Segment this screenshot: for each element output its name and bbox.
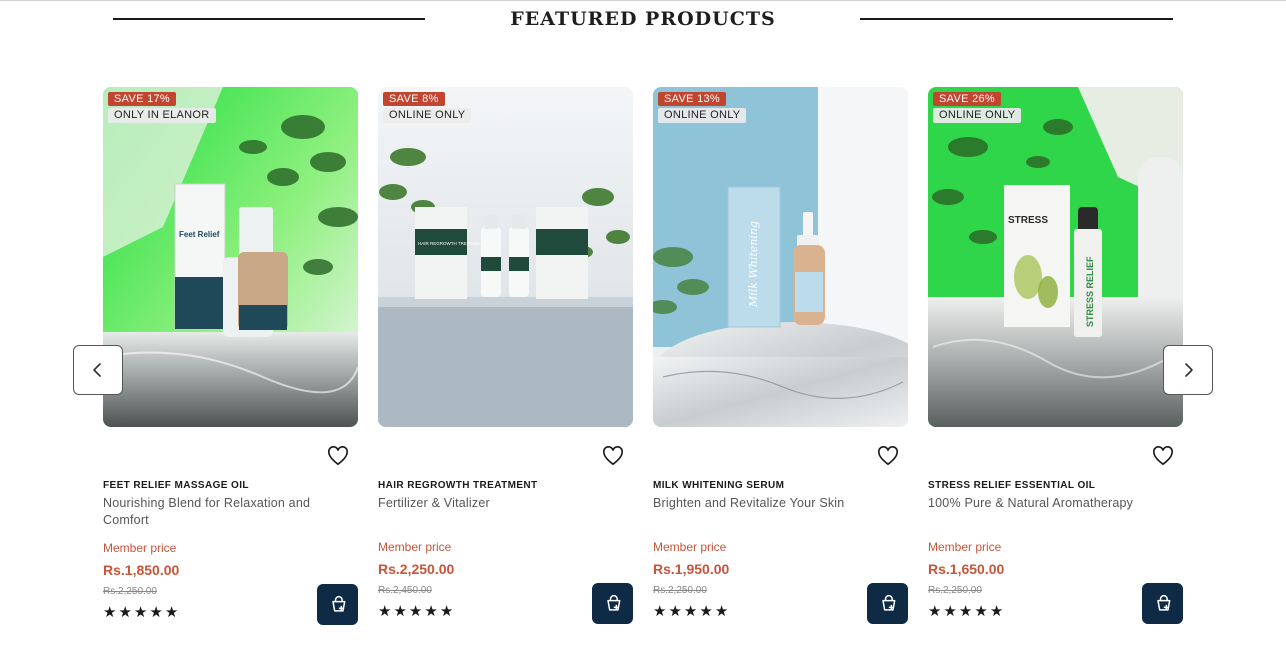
product-photo-feet-relief: Feet Relief — [103, 87, 358, 427]
star-icon: ★ — [943, 603, 957, 620]
availability-badge: ONLINE ONLY — [933, 108, 1022, 123]
cart-plus-icon — [331, 595, 345, 612]
original-price: Rs.2,250.00 — [103, 586, 157, 597]
member-price: Rs.1,850.00 — [103, 562, 180, 578]
chevron-left-icon — [93, 363, 101, 377]
product-subtitle: Brighten and Revitalize Your Skin — [653, 496, 845, 510]
cart-plus-icon — [606, 594, 620, 611]
product-photo-milk-whitening: Milk Whitening — [653, 87, 908, 427]
product-image[interactable]: Milk Whitening SAVE 13% ONLINE ONLY — [653, 87, 908, 427]
original-price: Rs.2,250.00 — [653, 585, 707, 596]
star-icon: ★ — [653, 603, 667, 620]
rating-stars: ★ ★ ★ ★ ★ — [928, 604, 1003, 619]
star-icon: ★ — [118, 604, 132, 621]
star-icon: ★ — [149, 604, 163, 621]
section-header: FEATURED PRODUCTS — [0, 0, 1286, 40]
product-subtitle: 100% Pure & Natural Aromatherapy — [928, 496, 1134, 510]
member-price-label: Member price — [378, 540, 452, 554]
product-name[interactable]: HAIR REGROWTH TREATMENT — [378, 480, 538, 491]
availability-badge: ONLY IN ELANOR — [108, 108, 216, 123]
star-icon: ★ — [974, 603, 988, 620]
star-icon: ★ — [424, 603, 438, 620]
star-icon: ★ — [378, 603, 392, 620]
star-icon: ★ — [958, 603, 973, 620]
save-badge: SAVE 26% — [933, 92, 1002, 106]
add-to-cart-button[interactable] — [867, 583, 908, 624]
star-icon: ★ — [439, 603, 454, 620]
save-badge: SAVE 17% — [108, 92, 177, 106]
add-to-cart-button[interactable] — [592, 583, 633, 624]
svg-text:Milk Whitening: Milk Whitening — [747, 221, 760, 308]
product-image[interactable]: STRESS STRESS RELIEF SAVE 26% ONLINE ONL… — [928, 87, 1183, 427]
heart-icon — [1153, 446, 1173, 466]
product-subtitle: Fertilizer & Vitalizer — [378, 496, 490, 510]
heart-icon — [603, 446, 623, 466]
star-icon: ★ — [668, 603, 682, 620]
product-name[interactable]: FEET RELIEF MASSAGE OIL — [103, 480, 249, 491]
star-icon: ★ — [989, 603, 1004, 620]
star-icon: ★ — [393, 603, 407, 620]
wishlist-button[interactable] — [326, 445, 350, 467]
original-price: Rs.2,450.00 — [378, 585, 432, 596]
rating-stars: ★ ★ ★ ★ ★ — [103, 605, 178, 620]
heart-icon — [878, 446, 898, 466]
star-icon: ★ — [699, 603, 713, 620]
header-line-right — [860, 18, 1173, 20]
chevron-right-icon — [1185, 363, 1193, 377]
add-to-cart-button[interactable] — [1142, 583, 1183, 624]
star-icon: ★ — [133, 604, 148, 621]
product-image[interactable]: HAIR REGROWTH TREATMENT SAVE 8% ONLINE O… — [378, 87, 633, 427]
wishlist-button[interactable] — [1151, 445, 1175, 467]
carousel-prev-button[interactable] — [73, 345, 123, 395]
svg-text:Feet Relief: Feet Relief — [179, 230, 220, 239]
save-badge: SAVE 8% — [383, 92, 445, 106]
svg-text:STRESS RELIEF: STRESS RELIEF — [1085, 256, 1095, 327]
carousel-next-button[interactable] — [1163, 345, 1213, 395]
rating-stars: ★ ★ ★ ★ ★ — [653, 604, 728, 619]
wishlist-button[interactable] — [876, 445, 900, 467]
svg-text:HAIR REGROWTH TREATMENT: HAIR REGROWTH TREATMENT — [418, 241, 485, 246]
star-icon: ★ — [164, 604, 179, 621]
product-name[interactable]: STRESS RELIEF ESSENTIAL OIL — [928, 480, 1095, 491]
product-card[interactable]: Milk Whitening SAVE 13% ONLINE ONLY MILK… — [653, 87, 908, 632]
heart-icon — [328, 446, 348, 466]
member-price: Rs.1,650.00 — [928, 561, 1005, 577]
member-price-label: Member price — [653, 540, 727, 554]
star-icon: ★ — [103, 604, 117, 621]
member-price-label: Member price — [103, 541, 177, 555]
star-icon: ★ — [714, 603, 729, 620]
member-price: Rs.2,250.00 — [378, 561, 455, 577]
add-to-cart-button[interactable] — [317, 584, 358, 625]
product-name[interactable]: MILK WHITENING SERUM — [653, 480, 784, 491]
availability-badge: ONLINE ONLY — [658, 108, 747, 123]
wishlist-button[interactable] — [601, 445, 625, 467]
star-icon: ★ — [683, 603, 698, 620]
star-icon: ★ — [928, 603, 942, 620]
cart-plus-icon — [1156, 594, 1170, 611]
member-price: Rs.1,950.00 — [653, 561, 730, 577]
product-image[interactable]: Feet Relief SAVE 17% ONLY IN ELANOR — [103, 87, 358, 427]
svg-text:STRESS: STRESS — [1008, 215, 1048, 226]
availability-badge: ONLINE ONLY — [383, 108, 472, 123]
product-card[interactable]: HAIR REGROWTH TREATMENT SAVE 8% ONLINE O… — [378, 87, 633, 632]
star-icon: ★ — [408, 603, 423, 620]
product-card[interactable]: STRESS STRESS RELIEF SAVE 26% ONLINE ONL… — [928, 87, 1183, 632]
save-badge: SAVE 13% — [658, 92, 727, 106]
product-subtitle: Nourishing Blend for Relaxation and Comf… — [103, 496, 311, 527]
product-photo-stress-relief: STRESS STRESS RELIEF — [928, 87, 1183, 427]
cart-plus-icon — [881, 594, 895, 611]
original-price: Rs.2,250.00 — [928, 585, 982, 596]
rating-stars: ★ ★ ★ ★ ★ — [378, 604, 453, 619]
member-price-label: Member price — [928, 540, 1002, 554]
product-card[interactable]: Feet Relief SAVE 17% ONLY IN ELANOR FEET… — [103, 87, 358, 632]
product-photo-hair-regrowth: HAIR REGROWTH TREATMENT — [378, 87, 633, 427]
